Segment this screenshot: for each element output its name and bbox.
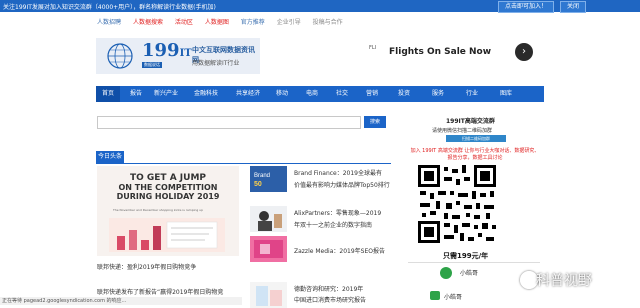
nav-item[interactable]: 移动: [276, 86, 288, 102]
search-input[interactable]: [97, 116, 361, 129]
join-button[interactable]: 点击即可加入！: [498, 1, 555, 13]
flights-ad[interactable]: FLI Flights On Sale Now ›: [353, 40, 541, 66]
link-item[interactable]: 官方推荐: [241, 19, 265, 26]
sidebar-divider: [408, 262, 540, 263]
news-title[interactable]: AlixPartners：零售现象—2019: [294, 208, 381, 217]
nav-item[interactable]: 新兴产业: [154, 86, 178, 102]
logo-tag: 数据说话: [142, 62, 162, 68]
link-item[interactable]: 人数据搜索: [133, 19, 163, 26]
sidebar-title: 199IT高端交流群: [446, 118, 495, 125]
ad-title[interactable]: Flights On Sale Now: [389, 47, 491, 57]
section-today-heading[interactable]: 今日头条: [96, 151, 124, 163]
wechat-avatar[interactable]: [440, 267, 452, 279]
nav-item[interactable]: 行业: [466, 86, 478, 102]
news-thumbnail[interactable]: [250, 236, 287, 262]
price-text: 只需199元/年: [443, 252, 489, 260]
news-line2: 年双十一之前企业的数字指南: [294, 222, 373, 229]
nav-item[interactable]: 社交: [336, 86, 348, 102]
wechat-name[interactable]: 小皓哥: [444, 292, 462, 301]
news-thumbnail[interactable]: [250, 282, 287, 308]
news-line2: 价值最有影响力媒体品牌Top50排行: [294, 182, 390, 189]
nav-item[interactable]: 服务: [432, 86, 444, 102]
nav-item[interactable]: 营销: [366, 86, 378, 102]
link-item[interactable]: 投稿与合作: [313, 19, 343, 26]
nav-item[interactable]: 投资: [398, 86, 410, 102]
search-button[interactable]: 搜索: [364, 116, 386, 128]
feature-headline: TO GET A JUMP ON THE COMPETITION DURING …: [116, 173, 220, 202]
ad-brand: FLI: [369, 45, 377, 51]
sidebar-subtitle: 请使用微信扫描二维码加群: [432, 128, 493, 134]
news-thumbnail[interactable]: [250, 206, 287, 232]
svg-text:50: 50: [254, 181, 262, 188]
logo-slogan: 用数据解读IT行业: [192, 60, 240, 67]
wechat-name[interactable]: 小皓哥: [460, 268, 478, 277]
browser-status-bar: 正在等待 pagead2.googlesyndication.com 的响应..…: [0, 297, 242, 305]
news-line2: 中国进口消费市场研究报告: [294, 297, 367, 304]
ad-arrow-icon[interactable]: ›: [515, 43, 533, 61]
link-item[interactable]: 活动区: [175, 19, 193, 26]
nav-item[interactable]: 电商: [306, 86, 318, 102]
news-title[interactable]: Brand Finance：2019全球最有: [294, 168, 382, 177]
nav-item-home[interactable]: 首页: [96, 86, 121, 102]
news-title[interactable]: 德勤咨询和研究：2019年: [294, 284, 363, 293]
close-button[interactable]: 关闭: [560, 1, 587, 13]
notice-text: 关注199IT发展对加入知识交流群（4000+用户），群名称解读行业数据(手机加…: [3, 4, 216, 11]
nav-item[interactable]: 报告: [130, 86, 142, 102]
section-divider: [96, 163, 391, 164]
logo-globe-icon: [107, 43, 133, 69]
feature-summary: 联邦快递发布了新报告“赢得2019年假日购物竞: [97, 289, 224, 296]
sidebar-description: 加入 199IT 高端交流群 让你与行业大咖对话、数据研究、报告分享，数据工具讨…: [410, 148, 540, 161]
nav-item[interactable]: 共享经济: [236, 86, 260, 102]
main-nav: 首页 报告 新兴产业 金融科技 共享经济 移动 电商 社交 营销 投资 服务 行…: [96, 86, 544, 102]
news-title[interactable]: Zazzle Media：2019年SEO报告: [294, 246, 385, 255]
news-thumbnail[interactable]: Brand 50: [250, 166, 287, 192]
watermark-text: 科普视野: [536, 273, 592, 289]
feature-title[interactable]: 联邦快递：盈利2019年假日购物竞争: [97, 262, 196, 271]
nav-item[interactable]: 图库: [500, 86, 512, 102]
feature-image[interactable]: TO GET A JUMP ON THE COMPETITION DURING …: [97, 166, 239, 256]
svg-text:Brand: Brand: [254, 173, 270, 179]
link-item[interactable]: 人数招聘: [97, 19, 121, 26]
feature-chart-illustration: [109, 218, 225, 252]
nav-item[interactable]: 金融科技: [194, 86, 218, 102]
top-links: 人数招聘 人数据搜索 活动区 人数据图 官方推荐 企业引导 投稿与合作: [97, 17, 353, 27]
link-item[interactable]: 企业引导: [277, 19, 301, 26]
site-logo[interactable]: 199IT 数据说话 中文互联网数据资讯网 用数据解读IT行业: [96, 38, 260, 74]
notice-bar: 关注199IT发展对加入知识交流群（4000+用户），群名称解读行业数据(手机加…: [0, 0, 640, 13]
wechat-icon[interactable]: [430, 291, 440, 300]
link-item[interactable]: 人数据图: [205, 19, 229, 26]
feature-subtext: The November and December shopping kicks…: [113, 208, 204, 212]
sidebar-join-button[interactable]: 扫描二维码加群: [446, 135, 506, 142]
qr-code-icon[interactable]: [416, 163, 498, 245]
logo-number: 199IT: [142, 40, 192, 61]
